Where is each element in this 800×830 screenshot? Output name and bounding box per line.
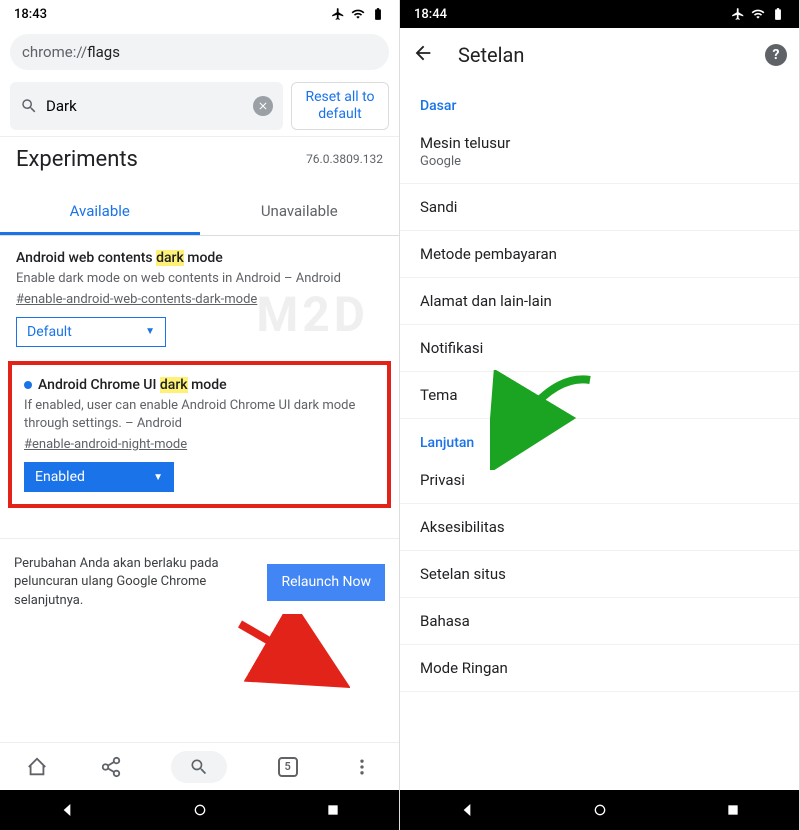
nav-recent[interactable]	[724, 801, 742, 819]
status-bar: 18:43	[0, 0, 399, 28]
flag-hash-link[interactable]: #enable-android-night-mode	[24, 437, 375, 452]
nav-recent[interactable]	[324, 801, 342, 819]
setting-payment[interactable]: Metode pembayaran	[400, 231, 799, 278]
wifi-icon	[751, 7, 765, 21]
nav-home[interactable]	[591, 801, 609, 819]
chrome-bottom-bar: 5	[0, 742, 399, 790]
search-box[interactable]	[10, 82, 283, 130]
settings-title: Setelan	[458, 43, 741, 67]
highlight: dark	[160, 377, 188, 393]
status-time: 18:44	[414, 7, 447, 22]
url-path: flags	[87, 43, 120, 61]
status-bar: 18:44	[400, 0, 799, 28]
airplane-icon	[331, 7, 345, 21]
section-advanced: Lanjutan	[400, 419, 799, 457]
help-button[interactable]: ?	[765, 44, 787, 66]
chrome-version: 76.0.3809.132	[306, 152, 383, 166]
url-host: chrome://	[22, 43, 87, 61]
flag-select-enabled[interactable]: Enabled ▼	[24, 462, 174, 492]
chevron-down-icon: ▼	[145, 326, 155, 337]
nav-back[interactable]	[58, 801, 76, 819]
setting-lite-mode[interactable]: Mode Ringan	[400, 645, 799, 692]
relaunch-bar: Perubahan Anda akan berlaku pada peluncu…	[0, 538, 399, 626]
home-button[interactable]	[23, 753, 51, 781]
flag-description: If enabled, user can enable Android Chro…	[24, 397, 375, 433]
highlight: dark	[156, 250, 184, 266]
wifi-icon	[351, 7, 365, 21]
url-bar[interactable]: chrome://flags	[10, 34, 389, 70]
battery-icon	[771, 7, 785, 21]
menu-button[interactable]	[348, 753, 376, 781]
status-icons	[331, 7, 385, 21]
nav-home[interactable]	[191, 801, 209, 819]
flag-description: Enable dark mode on web contents in Andr…	[16, 270, 383, 288]
back-button[interactable]	[412, 42, 434, 68]
setting-accessibility[interactable]: Aksesibilitas	[400, 504, 799, 551]
tab-unavailable[interactable]: Unavailable	[200, 190, 400, 235]
flag-select-default[interactable]: Default ▼	[16, 317, 166, 347]
nav-back[interactable]	[458, 801, 476, 819]
setting-password[interactable]: Sandi	[400, 184, 799, 231]
status-time: 18:43	[14, 7, 47, 22]
chrome-flags-screen: 18:43 chrome://flags Reset all to defaul…	[0, 0, 400, 830]
search-button[interactable]	[171, 751, 227, 783]
flag-title: Android Chrome UI dark mode	[24, 377, 375, 393]
tab-count: 5	[278, 757, 298, 777]
setting-privacy[interactable]: Privasi	[400, 457, 799, 504]
setting-site[interactable]: Setelan situs	[400, 551, 799, 598]
setting-language[interactable]: Bahasa	[400, 598, 799, 645]
android-nav-bar	[400, 790, 799, 830]
close-icon	[257, 100, 269, 112]
flag-web-contents-dark: Android web contents dark mode Enable da…	[0, 236, 399, 359]
tab-available[interactable]: Available	[0, 190, 200, 235]
airplane-icon	[731, 7, 745, 21]
settings-app-bar: Setelan ?	[400, 28, 799, 82]
search-input[interactable]	[46, 97, 245, 115]
settings-list[interactable]: Dasar Mesin telusur Google Sandi Metode …	[400, 82, 799, 790]
share-button[interactable]	[97, 753, 125, 781]
reset-all-button[interactable]: Reset all to default	[291, 82, 389, 130]
flag-tabs: Available Unavailable	[0, 190, 399, 236]
setting-address[interactable]: Alamat dan lain-lain	[400, 278, 799, 325]
flags-list: M2D Android web contents dark mode Enabl…	[0, 236, 399, 742]
flag-title: Android web contents dark mode	[16, 250, 383, 266]
status-icons	[731, 7, 785, 21]
blue-dot-icon	[24, 381, 32, 389]
clear-search-button[interactable]	[253, 96, 273, 116]
setting-theme[interactable]: Tema	[400, 372, 799, 419]
flag-hash-link[interactable]: #enable-android-web-contents-dark-mode	[16, 292, 383, 307]
battery-icon	[371, 7, 385, 21]
tabs-button[interactable]: 5	[274, 753, 302, 781]
chevron-down-icon: ▼	[153, 472, 163, 483]
section-basic: Dasar	[400, 82, 799, 120]
relaunch-message: Perubahan Anda akan berlaku pada peluncu…	[14, 555, 257, 610]
android-nav-bar	[0, 790, 399, 830]
experiments-title: Experiments	[16, 147, 138, 172]
search-row: Reset all to default	[0, 76, 399, 136]
setting-search-engine[interactable]: Mesin telusur Google	[400, 120, 799, 184]
chrome-settings-screen: 18:44 Setelan ? Dasar Mesin telusur Goog…	[400, 0, 800, 830]
experiments-header: Experiments 76.0.3809.132	[0, 136, 399, 178]
setting-notifications[interactable]: Notifikasi	[400, 325, 799, 372]
flag-chrome-ui-dark: Android Chrome UI dark mode If enabled, …	[8, 361, 391, 508]
relaunch-button[interactable]: Relaunch Now	[267, 564, 385, 601]
search-icon	[20, 97, 38, 115]
